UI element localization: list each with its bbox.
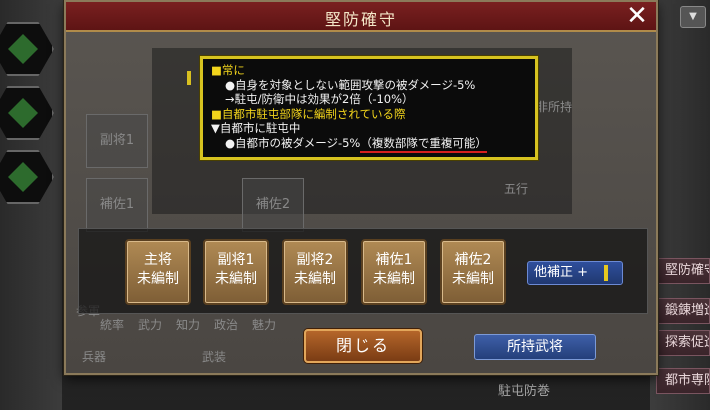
unit-hex-icon[interactable] [0,22,54,76]
ghost-slot: 副将1 [86,114,148,168]
slot-aide-2[interactable]: 補佐2 未編制 [440,239,506,305]
ghost-slot: 補佐1 [86,178,148,232]
dialog-title-bar: 堅防確守 ✕ [66,2,656,32]
unit-hex-icon[interactable] [0,86,54,140]
slot-status: 未編制 [294,271,336,287]
close-button[interactable]: 閉じる [304,329,422,363]
tooltip-condition: ▼自都市に駐屯中 [211,121,301,136]
slot-status: 未編制 [215,271,257,287]
ghost-text: 武装 [202,350,227,364]
cursor-bar [604,265,608,281]
right-skill-button[interactable]: 探索促進 [656,330,710,356]
slot-role: 補佐2 [454,252,492,268]
tooltip-effect-text: ●自都市の被ダメージ-5% [225,135,361,150]
right-panel: ▼ 堅防確守 鍛錬増進 探索促進 都市専防 [650,0,710,410]
dropdown-toggle-icon[interactable]: ▼ [680,6,706,28]
ghost-text: 武力 [138,318,163,332]
formation-slots: 主将 未編制 副将1 未編制 副将2 未編制 補佐1 未編制 補佐2 未編制 他… [78,228,648,314]
ghost-text: 政治 [214,318,239,332]
left-unit-strip [0,0,62,410]
owned-generals-button[interactable]: 所持武将 [474,334,596,360]
slot-main-general[interactable]: 主将 未編制 [125,239,191,305]
slot-role: 主将 [144,252,172,268]
ghost-text: 五行 [504,182,529,196]
cursor-marker [187,71,191,85]
skill-tooltip: ■常に ●自身を対象としない範囲攻撃の被ダメージ-5% →駐屯/防衛中は効果が2… [187,56,538,160]
tooltip-effect: ●自身を対象としない範囲攻撃の被ダメージ-5% [225,77,476,92]
slot-status: 未編制 [137,271,179,287]
slot-vice-general-2[interactable]: 副将2 未編制 [282,239,348,305]
dialog-title: 堅防確守 [324,10,397,29]
slot-status: 未編制 [452,271,494,287]
slot-role: 副将1 [217,252,255,268]
tooltip-effect: ●自都市の被ダメージ-5%（複数部隊で重複可能） [211,135,527,153]
ghost-slot: 補佐2 [242,178,304,232]
ghost-text: 魅力 [252,318,277,332]
slot-status: 未編制 [373,271,415,287]
tooltip-effect: →駐屯/防衛中は効果が2倍（-10%） [225,92,414,107]
close-icon[interactable]: ✕ [622,2,652,30]
right-skill-button[interactable]: 堅防確守 [656,258,710,284]
extra-bonus-button[interactable]: 他補正 + [527,261,623,285]
slot-vice-general-1[interactable]: 副将1 未編制 [203,239,269,305]
right-skill-button[interactable]: 鍛錬増進 [656,298,710,324]
ghost-text: 兵器 [82,350,107,364]
tooltip-stack-note: （複数部隊で重複可能） [360,135,487,153]
tooltip-heading: ■常に [211,63,245,77]
slot-role: 副将2 [296,252,334,268]
ghost-text: 知力 [176,318,201,332]
extra-bonus-label: 他補正 + [534,265,589,280]
right-skill-button[interactable]: 都市専防 [656,368,710,394]
background-label: 駐屯防巻 [498,384,551,399]
unit-hex-icon[interactable] [0,150,54,204]
tooltip-heading: ■自都市駐屯部隊に編制されている際 [211,106,406,121]
slot-aide-1[interactable]: 補佐1 未編制 [361,239,427,305]
slot-role: 補佐1 [375,252,413,268]
ghost-text: 統率 [100,318,125,332]
skill-dialog: 堅防確守 ✕ 副将1 補佐1 補佐2 戦法非所持 統率 武力 知力 政治 魅力 … [64,0,658,375]
